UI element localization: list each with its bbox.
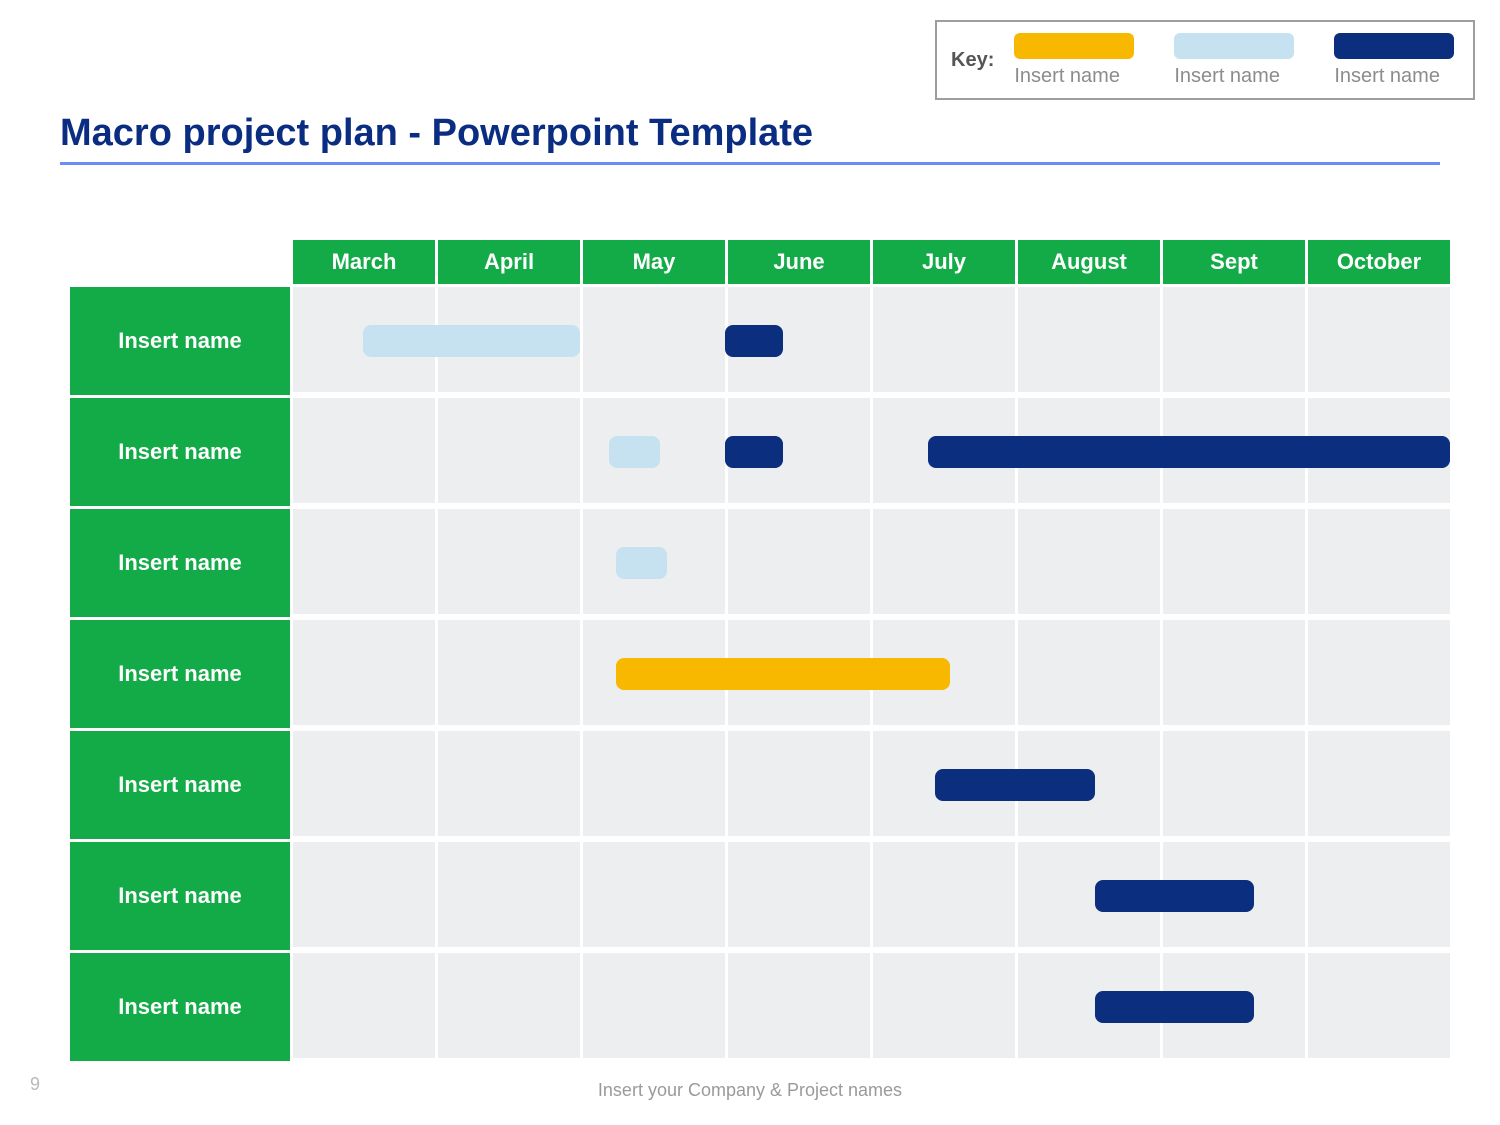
row-label: Insert name bbox=[70, 284, 290, 395]
gantt-bar bbox=[725, 436, 783, 468]
gantt-bar bbox=[1095, 991, 1255, 1023]
legend-swatch bbox=[1334, 33, 1454, 59]
col-header: Sept bbox=[1160, 240, 1305, 284]
legend-item: Insert name bbox=[1334, 33, 1454, 88]
legend-item-label: Insert name bbox=[1334, 65, 1440, 88]
legend-box: Key: Insert name Insert name Insert name bbox=[935, 20, 1475, 100]
page-title: Macro project plan - Powerpoint Template bbox=[60, 112, 813, 155]
legend-label: Key: bbox=[951, 49, 994, 72]
col-header: March bbox=[290, 240, 435, 284]
gantt-bar bbox=[928, 436, 1450, 468]
row-label: Insert name bbox=[70, 617, 290, 728]
col-header: May bbox=[580, 240, 725, 284]
row-label: Insert name bbox=[70, 506, 290, 617]
legend-swatch bbox=[1014, 33, 1134, 59]
gantt-bar bbox=[363, 325, 581, 357]
legend-item: Insert name bbox=[1174, 33, 1294, 88]
gantt-bar bbox=[616, 547, 667, 579]
footer-text: Insert your Company & Project names bbox=[0, 1080, 1500, 1101]
col-header: July bbox=[870, 240, 1015, 284]
col-header: April bbox=[435, 240, 580, 284]
legend-item: Insert name bbox=[1014, 33, 1134, 88]
col-header: October bbox=[1305, 240, 1450, 284]
gantt-bars-layer bbox=[290, 284, 1450, 1061]
gantt-bar bbox=[616, 658, 950, 690]
legend-swatch bbox=[1174, 33, 1294, 59]
title-rule bbox=[60, 162, 1440, 165]
gantt-header: March April May June July August Sept Oc… bbox=[70, 240, 1450, 284]
row-label: Insert name bbox=[70, 950, 290, 1061]
gantt-bar bbox=[935, 769, 1095, 801]
legend-item-label: Insert name bbox=[1014, 65, 1120, 88]
col-header: June bbox=[725, 240, 870, 284]
row-label: Insert name bbox=[70, 728, 290, 839]
row-label: Insert name bbox=[70, 395, 290, 506]
col-header: August bbox=[1015, 240, 1160, 284]
gantt-bar bbox=[725, 325, 783, 357]
gantt-bar bbox=[609, 436, 660, 468]
legend-item-label: Insert name bbox=[1174, 65, 1280, 88]
header-blank bbox=[70, 240, 290, 284]
gantt-bar bbox=[1095, 880, 1255, 912]
row-label: Insert name bbox=[70, 839, 290, 950]
